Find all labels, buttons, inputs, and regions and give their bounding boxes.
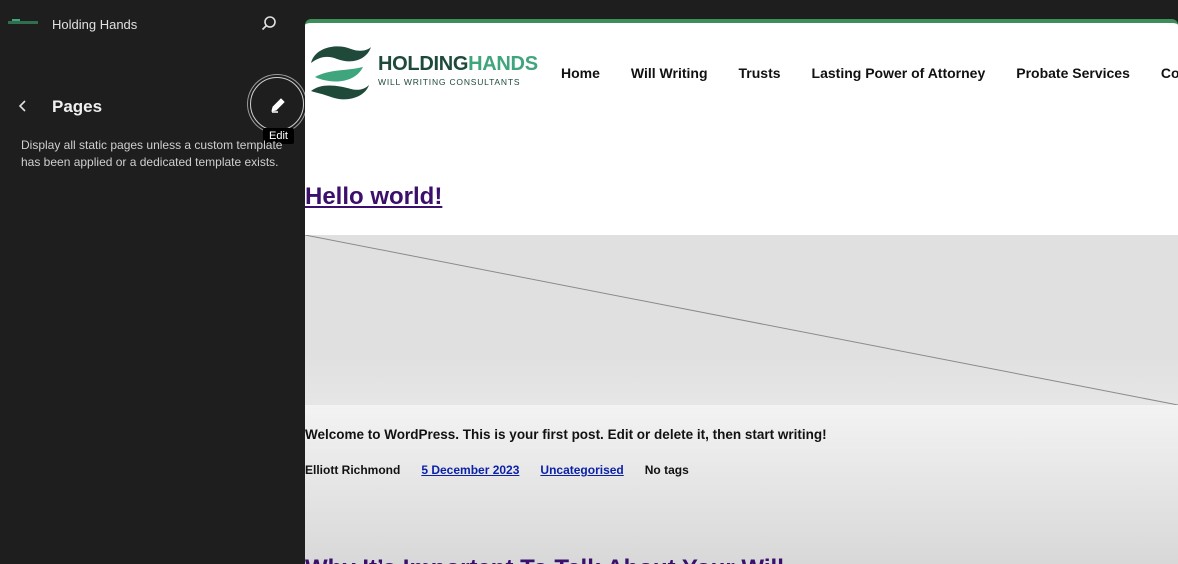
next-post-title[interactable]: Why It’s Important To Talk About Your Wi… [305, 555, 784, 564]
post-meta: Elliott Richmond 5 December 2023 Uncateg… [305, 463, 689, 477]
pencil-icon [271, 98, 285, 113]
post-author: Elliott Richmond [305, 463, 401, 477]
site-editor-sidebar: Holding Hands Pages Edit Display all sta… [0, 0, 305, 564]
nav-probate-services[interactable]: Probate Services [1016, 65, 1130, 81]
holding-hands-logo-icon[interactable] [307, 37, 373, 103]
section-title: Pages [52, 97, 103, 116]
post-excerpt: Welcome to WordPress. This is your first… [305, 427, 827, 442]
edit-button[interactable] [250, 77, 304, 131]
brand-tagline: WILL WRITING CONSULTANTS [378, 77, 521, 87]
nav-contact[interactable]: Contact [1161, 65, 1178, 81]
brand-name-part2: HANDS [468, 53, 538, 75]
post-category-link[interactable]: Uncategorised [540, 463, 623, 477]
featured-image-placeholder [305, 235, 1178, 405]
post-title[interactable]: Hello world! [305, 183, 442, 211]
post-date-link[interactable]: 5 December 2023 [421, 463, 519, 477]
brand-name-part1: HOLDING [378, 53, 469, 75]
nav-home[interactable]: Home [561, 65, 600, 81]
post-tags: No tags [644, 463, 689, 477]
nav-will-writing[interactable]: Will Writing [631, 65, 708, 81]
site-title[interactable]: Holding Hands [52, 17, 137, 32]
chevron-left-icon [18, 100, 26, 112]
search-icon [261, 16, 276, 31]
back-button[interactable] [14, 97, 32, 115]
template-description: Display all static pages unless a custom… [21, 138, 283, 169]
nav-trusts[interactable]: Trusts [739, 65, 781, 81]
site-preview[interactable]: HOLDINGHANDS WILL WRITING CONSULTANTS Ho… [305, 19, 1178, 564]
search-button[interactable] [259, 14, 279, 34]
site-header: HOLDINGHANDS WILL WRITING CONSULTANTS Ho… [305, 23, 1178, 123]
main-navigation: Home Will Writing Trusts Lasting Power o… [561, 65, 1178, 81]
nav-lasting-power-of-attorney[interactable]: Lasting Power of Attorney [812, 65, 986, 81]
site-logo-icon[interactable] [8, 18, 38, 28]
placeholder-diagonal-line [305, 235, 1178, 405]
brand-name: HOLDINGHANDS [378, 53, 538, 76]
